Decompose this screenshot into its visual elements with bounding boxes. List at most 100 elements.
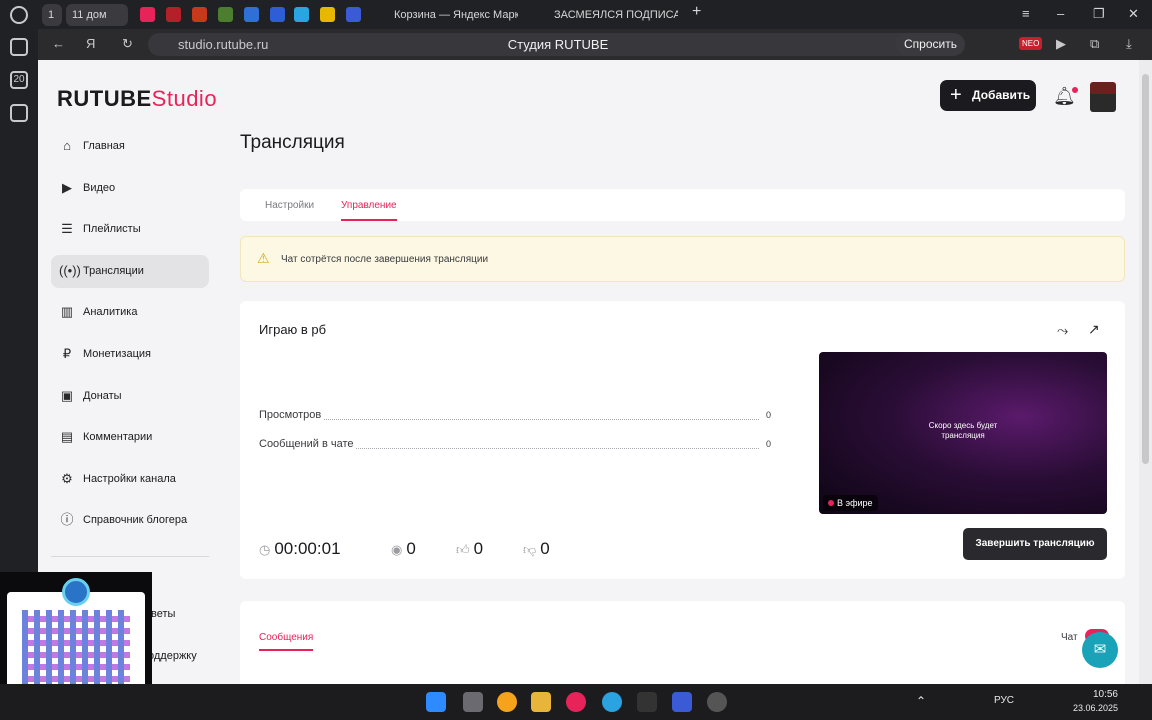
tab-favicon-yellow[interactable] [320, 7, 335, 22]
close-window-button[interactable]: ✕ [1128, 6, 1139, 22]
cursor-ext-icon[interactable]: ▶ [1056, 36, 1066, 52]
stat-views: Просмотров 0 [259, 409, 771, 421]
stream-title: Играю в рб [259, 322, 327, 337]
home-icon: ⌂ [63, 138, 71, 153]
sidebar-item-monetization[interactable]: ₽ Монетизация [51, 338, 209, 371]
new-tab-button[interactable]: + [692, 3, 701, 21]
extensions-icon[interactable]: ⧉ [1090, 36, 1099, 52]
tray-up-arrow-icon[interactable]: ⌃ [916, 694, 926, 708]
warning-icon: ⚠ [257, 250, 270, 266]
tab-favicon-docs[interactable] [270, 7, 285, 22]
page: RUTUBEStudio + Добавить 🔔︎ ⌂ Главная ▶ Вид… [38, 60, 1139, 684]
epic-games-icon[interactable] [637, 692, 657, 712]
sidebar-item-blogger-guide[interactable]: ⓘ Справочник блогера [51, 504, 209, 537]
tab-favicon-blue[interactable] [244, 7, 259, 22]
task-view-icon[interactable] [463, 692, 483, 712]
preview-placeholder-text: Скоро здесь будет трансляция [928, 421, 998, 440]
browser-tabs-bar: 1 11 дом Корзина — Яндекс Марке ЗАСМЕЯЛС… [38, 0, 1152, 29]
sidebar-item-label: Донаты [83, 389, 122, 402]
clock-date[interactable]: 23.06.2025 [1060, 703, 1118, 713]
broadcast-icon: ((•)) [59, 262, 81, 278]
tab-favicon-red[interactable] [166, 7, 181, 22]
tab-favicon-grid[interactable] [346, 7, 361, 22]
back-icon[interactable]: ← [52, 36, 65, 51]
duration-value: 00:00:01 [274, 539, 341, 558]
add-button-label: Добавить [972, 88, 1031, 102]
tab-youtube[interactable]: ЗАСМЕЯЛСЯ ПОДПИСАЛ [532, 4, 678, 26]
collections-icon[interactable] [10, 38, 28, 56]
tab-favicon-s[interactable] [140, 7, 155, 22]
address-bar-area: ← Я ↻ studio.rutube.ru Студия RUTUBE Спр… [38, 29, 1152, 60]
file-explorer-icon[interactable] [531, 692, 551, 712]
history-icon[interactable] [10, 6, 28, 24]
rutube-studio-logo[interactable]: RUTUBEStudio [57, 86, 217, 112]
sidebar-item-broadcasts[interactable]: ((•)) Трансляции [51, 254, 209, 288]
sidebar-item-comments[interactable]: ▤ Комментарии [51, 421, 209, 454]
chat-warning-banner: ⚠ Чат сотрётся после завершения трансляц… [240, 236, 1125, 282]
windows-start-icon[interactable] [426, 692, 446, 712]
tab-favicon-cyan[interactable] [294, 7, 309, 22]
sidebar-item-label: Главная [83, 140, 125, 152]
bell-icon[interactable]: 🔔︎ [1053, 86, 1078, 107]
tab-market[interactable]: Корзина — Яндекс Марке [372, 4, 518, 26]
tab-messages[interactable]: Сообщения [259, 632, 314, 651]
warning-text: Чат сотрётся после завершения трансляции [281, 254, 489, 265]
logo-studio: Studio [151, 86, 218, 111]
sidebar-item-tips[interactable]: веты [151, 608, 175, 620]
tab-dom[interactable]: 11 дом [66, 4, 128, 26]
yandex-browser-icon[interactable] [497, 692, 517, 712]
sidebar-item-support[interactable]: оддержку [148, 650, 197, 662]
chat-toggle-label: Чат [1061, 632, 1078, 643]
open-external-icon[interactable]: ↗ [1088, 321, 1100, 338]
share-icon[interactable]: ⤳ [1057, 322, 1068, 339]
logo-main: RUTUBE [57, 86, 152, 111]
telegram-icon[interactable] [602, 692, 622, 712]
yandex-icon[interactable]: Я [86, 36, 95, 51]
tab-management[interactable]: Управление [341, 200, 397, 221]
page-title: Трансляция [240, 132, 345, 153]
tab-pinned-1[interactable]: 1 [42, 4, 62, 26]
thumbs-up-icon: 👍︎ [456, 542, 470, 557]
reload-icon[interactable]: ↻ [122, 36, 133, 52]
sidebar-item-video[interactable]: ▶ Видео [51, 172, 209, 205]
scrollbar-thumb[interactable] [1142, 74, 1149, 464]
tab-favicon-green[interactable] [218, 7, 233, 22]
add-button[interactable]: + Добавить [940, 80, 1036, 111]
address-field[interactable]: studio.rutube.ru Студия RUTUBE [148, 33, 928, 56]
playlist-icon: ☰ [61, 221, 73, 237]
minimize-button[interactable]: – [1057, 6, 1064, 21]
stream-card: Играю в рб ⤳ ↗ Просмотров 0 Сообщений в … [240, 301, 1125, 579]
language-indicator[interactable]: РУС [994, 695, 1014, 706]
calendar-icon[interactable]: 20 [10, 71, 28, 89]
maximize-button[interactable]: ❐ [1093, 6, 1105, 22]
sidebar-item-donations[interactable]: ▣ Донаты [51, 380, 209, 413]
tab-settings[interactable]: Настройки [265, 200, 314, 211]
end-broadcast-button[interactable]: Завершить трансляцию [963, 528, 1107, 560]
sidebar-menu: ⌂ Главная ▶ Видео ☰ Плейлисты ((•)) Трансляц… [51, 130, 209, 546]
sidebar-item-analytics[interactable]: ▥ Аналитика [51, 296, 209, 329]
stat-views-value: 0 [762, 410, 771, 420]
sidebar-item-label: Настройки канала [83, 472, 176, 485]
tab-favicon-k[interactable] [192, 7, 207, 22]
sidebar-item-label: Трансляции [83, 264, 144, 277]
obs-icon[interactable] [707, 692, 727, 712]
download-icon[interactable]: ⤓ [1126, 36, 1132, 52]
sidebar-item-playlists[interactable]: ☰ Плейлисты [51, 213, 209, 246]
yandex-app-icon[interactable] [566, 692, 586, 712]
roblox-icon[interactable] [672, 692, 692, 712]
likes-value: 0 [473, 539, 484, 558]
support-chat-button[interactable]: ✉ [1082, 632, 1118, 668]
ask-button[interactable]: Спросить [896, 33, 965, 56]
menu-icon[interactable]: ≡ [1022, 6, 1030, 21]
page-scrollbar[interactable] [1139, 60, 1152, 684]
viewers-metric: ◉ 0 [391, 539, 416, 559]
screenshot-icon[interactable] [10, 104, 28, 122]
extension-neo-icon[interactable]: NEO [1019, 37, 1043, 50]
avatar[interactable] [1090, 82, 1116, 112]
sidebar-item-channel-settings[interactable]: ⚙ Настройки канала [51, 463, 209, 496]
comment-icon: ▤ [60, 429, 74, 445]
sidebar-item-home[interactable]: ⌂ Главная [51, 130, 209, 163]
sidebar-divider [51, 556, 209, 557]
stream-preview[interactable]: Скоро здесь будет трансляция В эфире [819, 352, 1107, 514]
clock-time[interactable]: 10:56 [1066, 689, 1118, 700]
